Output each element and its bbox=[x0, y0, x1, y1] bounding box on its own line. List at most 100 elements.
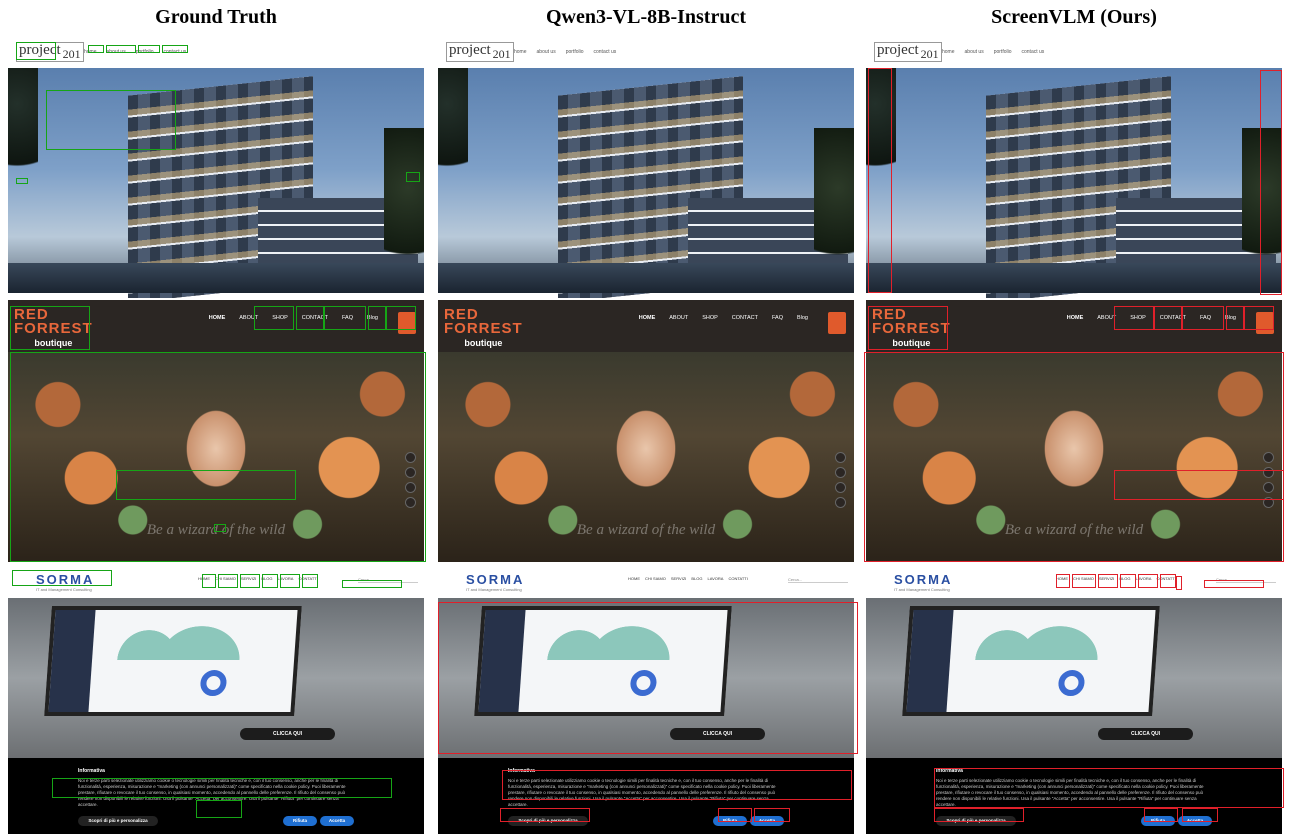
youtube-icon[interactable] bbox=[835, 482, 846, 493]
facebook-icon[interactable] bbox=[1263, 467, 1274, 478]
shopping-bag-icon[interactable] bbox=[828, 312, 846, 334]
menu-contact[interactable]: CONTACT bbox=[1158, 312, 1188, 324]
menu-contact[interactable]: CONTACT bbox=[300, 312, 330, 324]
search-input[interactable]: Cerca... bbox=[788, 577, 848, 583]
accept-button[interactable]: Accetta bbox=[750, 816, 784, 826]
menu-faq[interactable]: FAQ bbox=[340, 312, 355, 324]
instagram-icon[interactable] bbox=[835, 497, 846, 508]
sorma-menu-home[interactable]: HOME bbox=[198, 576, 210, 581]
sorma-logo-sub: IT and Management Consulting bbox=[36, 587, 92, 592]
menu-about[interactable]: ABOUT bbox=[237, 312, 260, 324]
instagram-icon[interactable] bbox=[1263, 497, 1274, 508]
pinterest-icon[interactable] bbox=[1263, 452, 1274, 463]
project-logo[interactable]: project 201 bbox=[446, 42, 514, 62]
customize-button[interactable]: Scopri di più e personalizza bbox=[78, 816, 158, 826]
project-logo-year: 201 bbox=[920, 47, 939, 61]
redforrest-logo[interactable]: RED FORREST boutique bbox=[872, 307, 951, 350]
nav-portfolio[interactable]: portfolio bbox=[134, 48, 156, 56]
project-logo[interactable]: project 201 bbox=[16, 42, 84, 62]
youtube-icon[interactable] bbox=[405, 482, 416, 493]
menu-shop[interactable]: SHOP bbox=[270, 312, 290, 324]
redforrest-header: RED FORREST boutique HOME ABOUT SHOP CON… bbox=[438, 300, 854, 352]
accept-button[interactable]: Accetta bbox=[1178, 816, 1212, 826]
sorma-menu-services[interactable]: SERVIZI bbox=[241, 576, 257, 581]
sorma-menu-services[interactable]: SERVIZI bbox=[671, 576, 687, 581]
menu-contact[interactable]: CONTACT bbox=[730, 312, 760, 324]
menu-shop[interactable]: SHOP bbox=[1128, 312, 1148, 324]
redforrest-logo[interactable]: RED FORREST boutique bbox=[444, 307, 523, 350]
nav-about[interactable]: about us bbox=[535, 48, 558, 56]
cta-button[interactable]: CLICCA QUI bbox=[240, 728, 335, 740]
sorma-menu-home[interactable]: HOME bbox=[628, 576, 640, 581]
shopping-bag-icon[interactable] bbox=[398, 312, 416, 334]
sorma-menu-blog[interactable]: BLOG bbox=[1119, 576, 1130, 581]
sorma-menu-contact[interactable]: CONTATTI bbox=[1156, 576, 1175, 581]
nav-contact[interactable]: contact us bbox=[1020, 48, 1047, 56]
project-nav: home about us portfolio contact us bbox=[940, 48, 1046, 56]
sorma-menu-careers[interactable]: LAVORA bbox=[278, 576, 294, 581]
customize-button[interactable]: Scopri di più e personalizza bbox=[508, 816, 588, 826]
sorma-menu-services[interactable]: SERVIZI bbox=[1099, 576, 1115, 581]
reject-button[interactable]: Rifiuta bbox=[283, 816, 317, 826]
nav-portfolio[interactable]: portfolio bbox=[992, 48, 1014, 56]
menu-faq[interactable]: FAQ bbox=[1198, 312, 1213, 324]
dashboard-donut bbox=[1057, 670, 1086, 696]
cta-button[interactable]: CLICCA QUI bbox=[1098, 728, 1193, 740]
menu-shop[interactable]: SHOP bbox=[700, 312, 720, 324]
sorma-logo[interactable]: SORMA IT and Management Consulting bbox=[894, 572, 952, 592]
hero-quote: Be a wizard of the wild bbox=[1004, 522, 1144, 538]
redforrest-panel: RED FORREST boutique HOME ABOUT SHOP CON… bbox=[6, 300, 426, 564]
menu-blog[interactable]: Blog bbox=[365, 312, 380, 324]
sorma-menu-blog[interactable]: BLOG bbox=[261, 576, 272, 581]
sorma-logo[interactable]: SORMA IT and Management Consulting bbox=[466, 572, 524, 592]
facebook-icon[interactable] bbox=[835, 467, 846, 478]
redforrest-logo[interactable]: RED FORREST boutique bbox=[14, 307, 93, 350]
laptop-screen bbox=[474, 606, 732, 716]
nav-about[interactable]: about us bbox=[963, 48, 986, 56]
sorma-menu-about[interactable]: CHI SIAMO bbox=[1073, 576, 1094, 581]
nav-contact[interactable]: contact us bbox=[162, 48, 189, 56]
accept-button[interactable]: Accetta bbox=[320, 816, 354, 826]
tree-left bbox=[438, 68, 468, 188]
column-qwen: project 201 home about us portfolio conta… bbox=[436, 0, 1104, 834]
menu-home[interactable]: HOME bbox=[207, 312, 228, 324]
nav-home[interactable]: home bbox=[940, 48, 957, 56]
search-input[interactable]: Cerca... bbox=[358, 577, 418, 583]
shopping-bag-icon[interactable] bbox=[1256, 312, 1274, 334]
menu-blog[interactable]: Blog bbox=[795, 312, 810, 324]
reject-button[interactable]: Rifiuta bbox=[713, 816, 747, 826]
facebook-icon[interactable] bbox=[405, 467, 416, 478]
menu-about[interactable]: ABOUT bbox=[1095, 312, 1118, 324]
menu-faq[interactable]: FAQ bbox=[770, 312, 785, 324]
nav-home[interactable]: home bbox=[82, 48, 99, 56]
sorma-menu-about[interactable]: CHI SIAMO bbox=[645, 576, 666, 581]
menu-about[interactable]: ABOUT bbox=[667, 312, 690, 324]
sorma-menu-home[interactable]: HOME bbox=[1056, 576, 1068, 581]
sorma-menu-contact[interactable]: CONTATTI bbox=[298, 576, 317, 581]
sorma-menu-about[interactable]: CHI SIAMO bbox=[215, 576, 236, 581]
sorma-menu-careers[interactable]: LAVORA bbox=[708, 576, 724, 581]
sorma-logo-text: SORMA bbox=[36, 572, 95, 587]
cookie-title: Informativa bbox=[936, 768, 963, 774]
reject-button[interactable]: Rifiuta bbox=[1141, 816, 1175, 826]
menu-home[interactable]: HOME bbox=[1065, 312, 1086, 324]
instagram-icon[interactable] bbox=[405, 497, 416, 508]
building-hero-image bbox=[438, 68, 854, 298]
sorma-menu-blog[interactable]: BLOG bbox=[691, 576, 702, 581]
project-logo[interactable]: project 201 bbox=[874, 42, 942, 62]
nav-about[interactable]: about us bbox=[105, 48, 128, 56]
menu-home[interactable]: HOME bbox=[637, 312, 658, 324]
nav-portfolio[interactable]: portfolio bbox=[564, 48, 586, 56]
menu-blog[interactable]: Blog bbox=[1223, 312, 1238, 324]
youtube-icon[interactable] bbox=[1263, 482, 1274, 493]
nav-contact[interactable]: contact us bbox=[592, 48, 619, 56]
sorma-logo[interactable]: SORMA IT and Management Consulting bbox=[36, 572, 94, 592]
pinterest-icon[interactable] bbox=[835, 452, 846, 463]
nav-home[interactable]: home bbox=[512, 48, 529, 56]
sorma-menu-contact[interactable]: CONTATTI bbox=[728, 576, 747, 581]
pinterest-icon[interactable] bbox=[405, 452, 416, 463]
cta-button[interactable]: CLICCA QUI bbox=[670, 728, 765, 740]
search-input[interactable]: Cerca... bbox=[1216, 577, 1276, 583]
customize-button[interactable]: Scopri di più e personalizza bbox=[936, 816, 1016, 826]
sorma-menu-careers[interactable]: LAVORA bbox=[1136, 576, 1152, 581]
